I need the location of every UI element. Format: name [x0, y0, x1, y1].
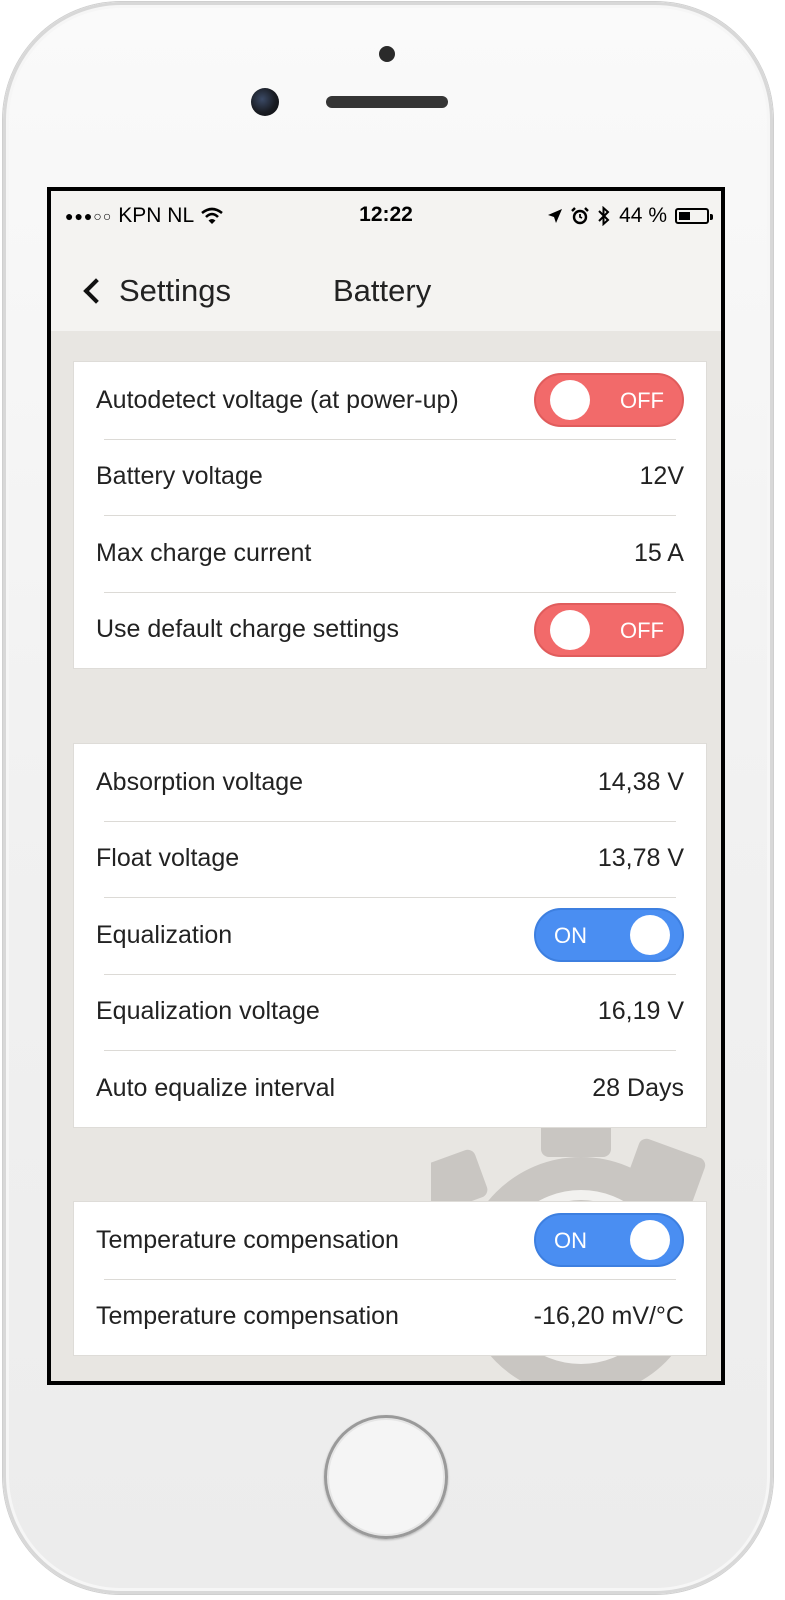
- setting-value: 14,38 V: [597, 767, 684, 796]
- charge-voltage-card: Absorption voltage 14,38 V Float voltage…: [73, 743, 707, 1128]
- alarm-clock-icon: [571, 207, 589, 225]
- back-button-label: Settings: [119, 273, 232, 308]
- toggle-state-label: OFF: [620, 388, 664, 414]
- setting-label: Temperature compensation: [96, 1302, 399, 1331]
- setting-value: 12V: [639, 462, 684, 491]
- setting-label: Autodetect voltage (at power-up): [96, 385, 459, 414]
- page-title: Battery: [333, 273, 432, 308]
- back-button[interactable]: Settings: [81, 273, 231, 309]
- autodetect-voltage-toggle[interactable]: OFF: [534, 373, 684, 428]
- setting-label: Battery voltage: [96, 462, 263, 491]
- bluetooth-icon: [598, 206, 610, 226]
- toggle-knob: [550, 380, 590, 421]
- setting-label: Max charge current: [96, 538, 312, 567]
- navigation-bar: Settings Battery: [51, 241, 721, 331]
- front-camera: [251, 88, 279, 116]
- setting-value: -16,20 mV/°C: [533, 1302, 684, 1331]
- toggle-knob: [630, 1220, 670, 1261]
- setting-row-absorption-voltage[interactable]: Absorption voltage 14,38 V: [74, 744, 706, 821]
- setting-label: Absorption voltage: [96, 767, 304, 796]
- settings-content[interactable]: Autodetect voltage (at power-up) OFF Bat…: [51, 331, 721, 1381]
- chevron-left-icon: [83, 278, 109, 304]
- setting-row-float-voltage[interactable]: Float voltage 13,78 V: [74, 820, 706, 898]
- earpiece-speaker: [326, 96, 448, 108]
- battery-percent: 44 %: [619, 204, 667, 227]
- setting-row-temperature-compensation-toggle: Temperature compensation ON: [74, 1202, 706, 1279]
- setting-value: 16,19 V: [597, 997, 684, 1026]
- toggle-state-label: ON: [554, 1228, 587, 1254]
- setting-value: 15 A: [633, 538, 684, 567]
- toggle-knob: [630, 915, 670, 956]
- setting-label: Temperature compensation: [96, 1225, 399, 1254]
- status-bar: ●●●○○ KPN NL 12:22 44 %: [51, 191, 721, 241]
- setting-label: Equalization voltage: [96, 997, 320, 1026]
- setting-row-auto-equalize-interval[interactable]: Auto equalize interval 28 Days: [74, 1050, 706, 1127]
- setting-row-equalization: Equalization ON: [74, 897, 706, 974]
- status-right: 44 %: [547, 204, 713, 228]
- setting-value: 28 Days: [592, 1073, 684, 1102]
- setting-label: Use default charge settings: [96, 615, 399, 644]
- home-button[interactable]: [324, 1415, 448, 1539]
- setting-row-max-charge-current[interactable]: Max charge current 15 A: [74, 515, 706, 592]
- temperature-compensation-card: Temperature compensation ON Temperature …: [73, 1201, 707, 1356]
- battery-icon: [675, 208, 713, 224]
- toggle-state-label: ON: [554, 923, 587, 949]
- setting-row-autodetect-voltage: Autodetect voltage (at power-up) OFF: [74, 362, 706, 439]
- equalization-toggle[interactable]: ON: [534, 908, 684, 963]
- toggle-state-label: OFF: [620, 617, 664, 643]
- location-arrow-icon: [548, 209, 563, 223]
- setting-row-temperature-compensation-value[interactable]: Temperature compensation -16,20 mV/°C: [74, 1278, 706, 1356]
- setting-label: Float voltage: [96, 844, 240, 873]
- phone-screen: ●●●○○ KPN NL 12:22 44 % Settings Battery…: [47, 187, 725, 1385]
- setting-row-equalization-voltage[interactable]: Equalization voltage 16,19 V: [74, 973, 706, 1051]
- setting-label: Auto equalize interval: [96, 1073, 336, 1102]
- toggle-knob: [550, 609, 590, 650]
- setting-label: Equalization: [96, 920, 233, 949]
- setting-row-battery-voltage[interactable]: Battery voltage 12V: [74, 438, 706, 516]
- default-charge-settings-toggle[interactable]: OFF: [534, 602, 684, 657]
- phone-frame: ●●●○○ KPN NL 12:22 44 % Settings Battery…: [3, 2, 773, 1594]
- battery-settings-card: Autodetect voltage (at power-up) OFF Bat…: [73, 361, 707, 669]
- setting-value: 13,78 V: [597, 844, 684, 873]
- setting-row-default-charge-settings: Use default charge settings OFF: [74, 591, 706, 669]
- temperature-compensation-toggle[interactable]: ON: [534, 1213, 684, 1268]
- sensor-dot: [379, 46, 395, 62]
